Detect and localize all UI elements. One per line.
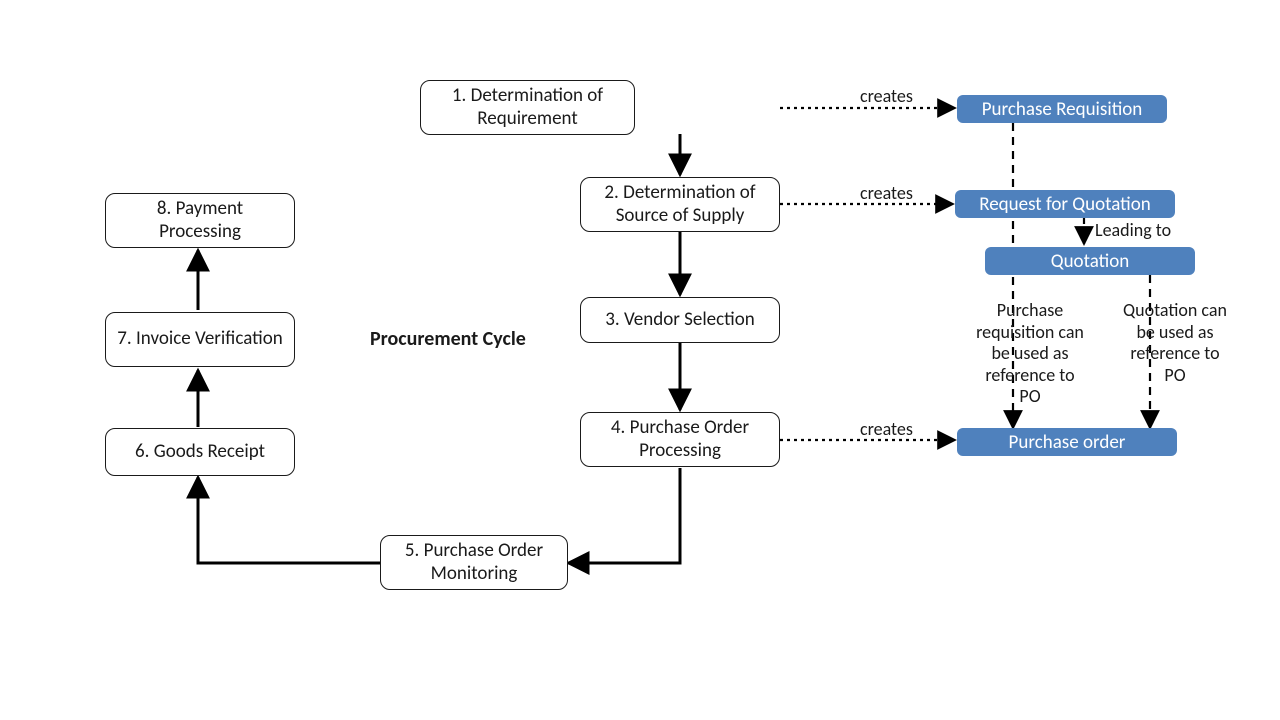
artifact-request-for-quotation: Request for Quotation [955, 190, 1175, 218]
note-quotation-reference: Quotation can be used as reference to PO [1120, 300, 1230, 386]
step-5-po-monitoring: 5. Purchase Order Monitoring [380, 535, 568, 590]
step-7-invoice-verification: 7. Invoice Verification [105, 312, 295, 367]
step-2-source-supply: 2. Determination of Source of Supply [580, 177, 780, 232]
edge-label-leading-to: Leading to [1095, 220, 1171, 242]
step-1-determination-requirement: 1. Determination of Requirement [420, 80, 635, 135]
step-3-vendor-selection: 3. Vendor Selection [580, 297, 780, 343]
diagram-title: Procurement Cycle [370, 327, 526, 351]
edge-label-creates-4: creates [860, 419, 913, 441]
edge-label-creates-1: creates [860, 86, 913, 108]
step-8-payment-processing: 8. Payment Processing [105, 193, 295, 248]
artifact-purchase-order: Purchase order [957, 428, 1177, 456]
step-6-goods-receipt: 6. Goods Receipt [105, 428, 295, 476]
artifact-purchase-requisition: Purchase Requisition [957, 95, 1167, 123]
step-4-po-processing: 4. Purchase Order Processing [580, 412, 780, 467]
edge-label-creates-2: creates [860, 183, 913, 205]
note-pr-reference: Purchase requisition can be used as refe… [975, 300, 1085, 408]
artifact-quotation: Quotation [985, 247, 1195, 275]
